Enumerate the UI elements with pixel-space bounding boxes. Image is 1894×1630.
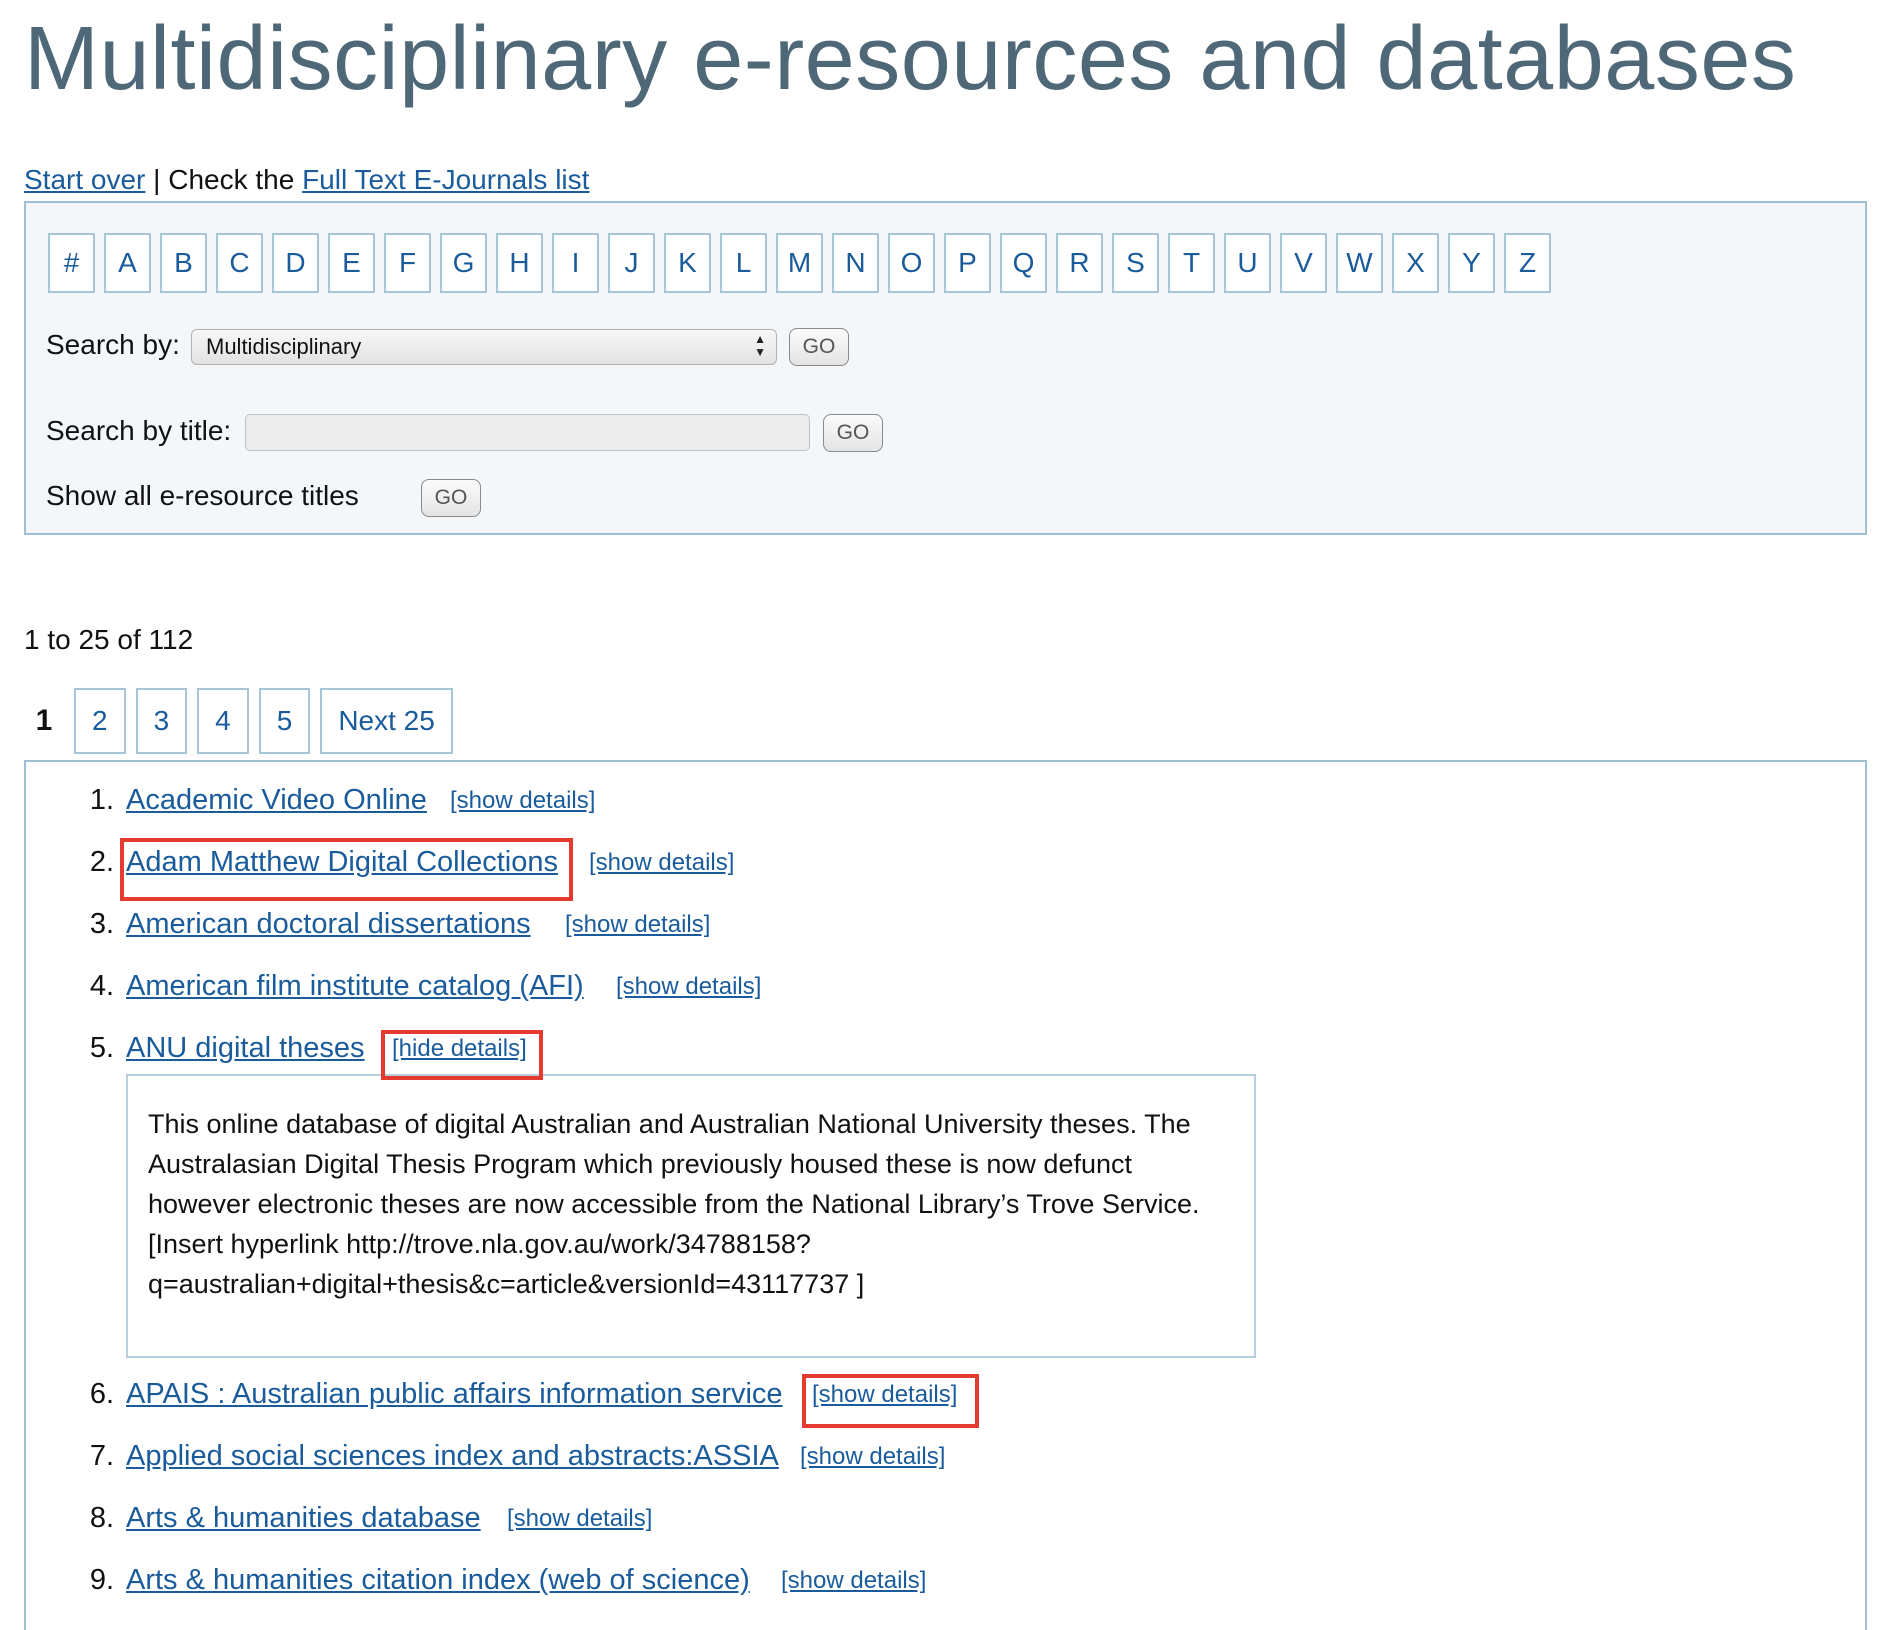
show-details-link[interactable]: [show details] [589, 849, 734, 877]
alpha-link-w[interactable]: W [1336, 233, 1383, 293]
alpha-link-n[interactable]: N [832, 233, 879, 293]
result-number: 2. [89, 846, 114, 878]
search-by-selected-value: Multidisciplinary [206, 334, 362, 359]
alpha-link-r[interactable]: R [1056, 233, 1103, 293]
result-number: 1. [89, 784, 114, 816]
hide-details-link[interactable]: [hide details] [392, 1035, 527, 1063]
search-by-go-button[interactable]: GO [789, 328, 849, 366]
show-details-link[interactable]: [show details] [450, 787, 595, 815]
result-title-link[interactable]: Arts & humanities database [126, 1502, 481, 1535]
search-by-title-go-button[interactable]: GO [823, 414, 883, 452]
result-title-link[interactable]: Applied social sciences index and abstra… [126, 1440, 779, 1473]
show-details-link[interactable]: [show details] [565, 911, 710, 939]
result-title-link[interactable]: APAIS : Australian public affairs inform… [126, 1378, 783, 1411]
alpha-link-f[interactable]: F [384, 233, 431, 293]
page-title: Multidisciplinary e-resources and databa… [24, 9, 1797, 109]
result-title-link[interactable]: Arts & humanities citation index (web of… [126, 1564, 750, 1597]
result-number: 6. [89, 1378, 114, 1410]
details-text: This online database of digital Australi… [148, 1109, 1200, 1299]
result-number: 4. [89, 970, 114, 1002]
show-details-link[interactable]: [show details] [812, 1381, 957, 1409]
alpha-link-d[interactable]: D [272, 233, 319, 293]
alpha-link-l[interactable]: L [720, 233, 767, 293]
search-by-label: Search by: [46, 329, 180, 360]
pager-page-3[interactable]: 3 [135, 688, 188, 754]
alpha-link-x[interactable]: X [1392, 233, 1439, 293]
show-details-link[interactable]: [show details] [507, 1505, 652, 1533]
alpha-link-c[interactable]: C [216, 233, 263, 293]
search-panel: # A B C D E F G H I J K L M N O P Q R S … [24, 201, 1867, 535]
alpha-link-t[interactable]: T [1168, 233, 1215, 293]
pager-page-5[interactable]: 5 [258, 688, 311, 754]
alpha-link-v[interactable]: V [1280, 233, 1327, 293]
search-by-select[interactable]: Multidisciplinary ▲ ▼ [191, 329, 777, 365]
show-all-go-button[interactable]: GO [421, 479, 481, 517]
full-text-ejournals-link[interactable]: Full Text E-Journals list [302, 164, 589, 195]
result-title-link[interactable]: American film institute catalog (AFI) [126, 970, 584, 1003]
pager-page-2[interactable]: 2 [74, 688, 126, 754]
results-list: 1. Academic Video Online [show details] … [24, 760, 1867, 1630]
result-title-link[interactable]: ANU digital theses [126, 1032, 365, 1065]
result-number: 7. [89, 1440, 114, 1472]
alpha-link-m[interactable]: M [776, 233, 823, 293]
show-details-link[interactable]: [show details] [800, 1443, 945, 1471]
alpha-link-s[interactable]: S [1112, 233, 1159, 293]
search-by-title-input[interactable] [245, 414, 810, 451]
start-over-link[interactable]: Start over [24, 164, 145, 195]
check-the-text: | Check the [153, 164, 295, 195]
result-number: 8. [89, 1502, 114, 1534]
alpha-link-g[interactable]: G [440, 233, 487, 293]
details-panel: This online database of digital Australi… [126, 1074, 1256, 1358]
alphabet-nav: # A B C D E F G H I J K L M N O P Q R S … [48, 233, 1551, 293]
alpha-link-i[interactable]: I [552, 233, 599, 293]
alpha-link-u[interactable]: U [1224, 233, 1271, 293]
alpha-link-k[interactable]: K [664, 233, 711, 293]
alpha-link-z[interactable]: Z [1504, 233, 1551, 293]
alpha-link-b[interactable]: B [160, 233, 207, 293]
pagination: 1 2 3 4 5 Next 25 [24, 688, 453, 754]
select-arrows-icon: ▲ ▼ [754, 332, 766, 359]
alpha-link-hash[interactable]: # [48, 233, 95, 293]
result-count: 1 to 25 of 112 [24, 624, 194, 655]
show-all-label: Show all e-resource titles [46, 480, 359, 511]
top-links: Start over | Check the Full Text E-Journ… [24, 164, 589, 196]
show-details-link[interactable]: [show details] [616, 973, 761, 1001]
alpha-link-e[interactable]: E [328, 233, 375, 293]
result-number: 3. [89, 908, 114, 940]
result-title-link[interactable]: Academic Video Online [126, 784, 427, 817]
search-by-title-label: Search by title: [46, 415, 232, 446]
pager-next-button[interactable]: Next 25 [320, 688, 453, 754]
alpha-link-o[interactable]: O [888, 233, 935, 293]
alpha-link-h[interactable]: H [496, 233, 543, 293]
alpha-link-a[interactable]: A [104, 233, 151, 293]
pager-current-page: 1 [35, 704, 53, 737]
alpha-link-j[interactable]: J [608, 233, 655, 293]
pager-page-4[interactable]: 4 [197, 688, 249, 754]
alpha-link-q[interactable]: Q [1000, 233, 1047, 293]
result-title-link[interactable]: American doctoral dissertations [126, 908, 531, 941]
show-details-link[interactable]: [show details] [781, 1567, 926, 1595]
alpha-link-p[interactable]: P [944, 233, 991, 293]
alpha-link-y[interactable]: Y [1448, 233, 1495, 293]
result-number: 9. [89, 1564, 114, 1596]
result-title-link[interactable]: Adam Matthew Digital Collections [126, 846, 558, 879]
result-number: 5. [89, 1032, 114, 1064]
